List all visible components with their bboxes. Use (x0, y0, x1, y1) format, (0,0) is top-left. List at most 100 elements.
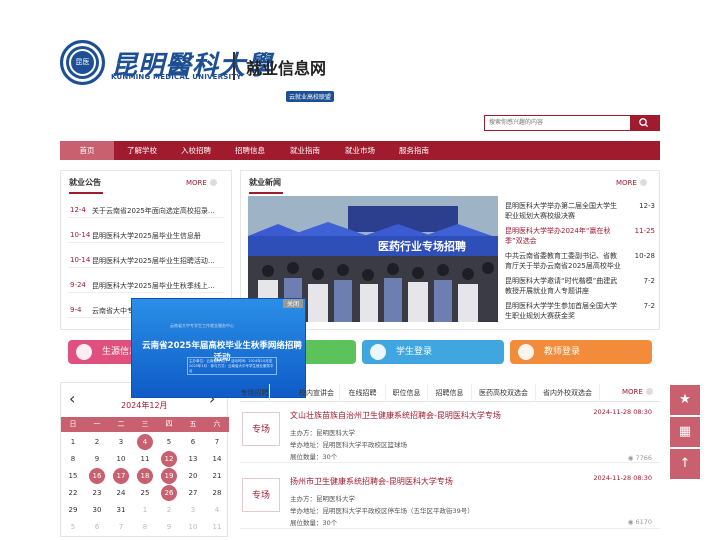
tab-online[interactable]: 在线招聘 (340, 384, 386, 402)
calendar-day[interactable]: 4 (209, 502, 225, 518)
nav-market[interactable]: 就业市场 (336, 141, 384, 160)
tab-provincial-fair[interactable]: 省内外校双选会 (536, 384, 600, 402)
job-fair-item[interactable]: 专场 扬州市卫生健康系统招聘会-昆明医科大学专场 主办方：昆明医科大学 举办地址… (240, 474, 660, 529)
calendar-day[interactable]: 7 (209, 434, 225, 450)
tab-medical-fair[interactable]: 医药高校双选会 (472, 384, 536, 402)
favorite-button[interactable]: ★ (670, 385, 700, 415)
calendar-day[interactable]: 7 (113, 519, 129, 535)
calendar-day[interactable]: 23 (89, 485, 105, 501)
calendar-day[interactable]: 4 (137, 434, 153, 450)
calendar-day[interactable]: 19 (161, 468, 177, 484)
calendar-day[interactable]: 9 (161, 519, 177, 535)
news-item[interactable]: 昆明医科大学学生参加首届全国大学生职业规划大赛获金奖 7-2 (505, 301, 655, 323)
calendar-day[interactable]: 11 (209, 519, 225, 535)
job-title[interactable]: 扬州市卫生健康系统招聘会-昆明医科大学专场 (290, 476, 453, 487)
nav-home[interactable]: 首页 (60, 141, 114, 160)
nav-guide[interactable]: 就业指南 (281, 141, 329, 160)
search-input[interactable] (485, 116, 631, 130)
news-date: 7-2 (643, 277, 655, 285)
teacher-login-button[interactable]: 教师登录 (510, 340, 652, 364)
calendar-day[interactable]: 3 (185, 502, 201, 518)
tab-recruit[interactable]: 招聘信息 (428, 384, 472, 402)
tab-jobs[interactable]: 职位信息 (386, 384, 428, 402)
student-login-button[interactable]: 学生登录 (362, 340, 504, 364)
calendar-day[interactable]: 13 (185, 451, 201, 467)
calendar-day[interactable]: 12 (161, 451, 177, 467)
calendar-day[interactable]: 8 (137, 519, 153, 535)
calendar-day[interactable]: 21 (209, 468, 225, 484)
ann-text: 关于云南省2025年面向选定高校招录优秀毕业生… (92, 207, 220, 215)
popup-close-button[interactable]: 关闭 (282, 299, 303, 308)
calendar-day[interactable]: 20 (185, 468, 201, 484)
more-dot-icon (639, 179, 647, 186)
calendar-day[interactable]: 11 (137, 451, 153, 467)
news-item[interactable]: 昆明医科大学举办第二届全国大学生职业规划大赛校级决赛 12-3 (505, 201, 655, 223)
calendar-day[interactable]: 22 (65, 485, 81, 501)
star-icon: ★ (679, 392, 691, 407)
nav-recruit-info[interactable]: 招聘信息 (226, 141, 274, 160)
calendar-day[interactable]: 8 (65, 451, 81, 467)
calendar-day[interactable]: 14 (209, 451, 225, 467)
calendar-day[interactable]: 27 (185, 485, 201, 501)
calendar-day[interactable]: 6 (185, 434, 201, 450)
calendar-day[interactable]: 25 (137, 485, 153, 501)
calendar-day[interactable]: 5 (65, 519, 81, 535)
calendar-day[interactable]: 26 (161, 485, 177, 501)
arrow-up-icon: ↑ (679, 456, 691, 471)
ann-date: 10-14 (70, 256, 91, 264)
popup-ad[interactable]: 关闭 云南省大中专学生工作就业服务中心 云南省2025年届高校毕业生秋季网络招聘… (131, 298, 306, 398)
back-to-top-button[interactable]: ↑ (670, 449, 700, 479)
news-more[interactable]: MORE (616, 179, 647, 187)
nav-campus-recruit[interactable]: 入校招聘 (172, 141, 220, 160)
calendar-day[interactable]: 10 (185, 519, 201, 535)
search-button[interactable] (630, 116, 659, 130)
calendar-month: 2024年12月 (121, 401, 168, 410)
news-text: 昆明医科大学邀请“时代楷模”曲建武教授开展就业育人专题讲座 (505, 277, 618, 295)
calendar-day[interactable]: 5 (161, 434, 177, 450)
nav-service[interactable]: 服务指南 (390, 141, 438, 160)
calendar-day[interactable]: 31 (113, 502, 129, 518)
announcement-item[interactable]: 12-4 关于云南省2025年面向选定高校招录优秀毕业生… (68, 204, 224, 218)
job-fair-item[interactable]: 专场 文山壮族苗族自治州卫生健康系统招聘会-昆明医科大学专场 主办方：昆明医科大… (240, 408, 660, 463)
tab-special[interactable]: 专场招聘 (240, 384, 270, 402)
calendar-day[interactable]: 15 (65, 468, 81, 484)
announcement-more[interactable]: MORE (186, 179, 217, 187)
calendar-day[interactable]: 16 (89, 468, 105, 484)
news-item[interactable]: 昆明医科大学邀请“时代楷模”曲建武教授开展就业育人专题讲座 7-2 (505, 276, 655, 298)
student-login-label: 学生登录 (396, 347, 433, 357)
job-booths: 展位数量：30个 (290, 519, 338, 527)
job-sponsor: 主办方：昆明医科大学 (290, 495, 355, 503)
job-title[interactable]: 文山壮族苗族自治州卫生健康系统招聘会-昆明医科大学专场 (290, 410, 501, 421)
news-item[interactable]: 中共云南省委教育工委副书记、省教育厅关于举办云南省2025届高校毕业生秋 10-2… (505, 251, 655, 273)
calendar-day[interactable]: 29 (65, 502, 81, 518)
prev-month-arrow[interactable]: ‹ (69, 389, 75, 408)
news-item[interactable]: 昆明医科大学举办2024年“赢在秋季”双选会 11-25 (505, 226, 655, 248)
calendar-day[interactable]: 18 (137, 468, 153, 484)
weekday: 五 (189, 420, 197, 428)
calendar-day[interactable]: 2 (89, 434, 105, 450)
weekday: 四 (165, 420, 173, 428)
calendar-day[interactable]: 3 (113, 434, 129, 450)
weekday: 一 (93, 420, 101, 428)
announcement-item[interactable]: 10-14 昆明医科大学2025届毕业生招聘活动邀请函 (68, 254, 224, 268)
weekday: 三 (141, 420, 149, 428)
calendar-day[interactable]: 1 (65, 434, 81, 450)
calendar-day[interactable]: 24 (113, 485, 129, 501)
tabs-more[interactable]: MORE (622, 388, 653, 396)
calendar-day[interactable]: 30 (89, 502, 105, 518)
qrcode-icon: ▦ (678, 424, 692, 439)
student-icon (370, 344, 386, 360)
alliance-badge[interactable]: 云就业高校联盟 (286, 91, 335, 102)
calendar-day[interactable]: 2 (161, 502, 177, 518)
calendar-day[interactable]: 10 (113, 451, 129, 467)
tab-preach[interactable]: 校内宣讲会 (294, 384, 340, 402)
calendar-day[interactable]: 17 (113, 468, 129, 484)
calendar-day[interactable]: 9 (89, 451, 105, 467)
qrcode-button[interactable]: ▦ (670, 417, 700, 447)
announcement-item[interactable]: 9-24 昆明医科大学2025届毕业生秋季线上双选会 (68, 279, 224, 293)
nav-about[interactable]: 了解学校 (118, 141, 166, 160)
announcement-item[interactable]: 10-14 昆明医科大学2025届毕业生信息册 (68, 229, 224, 243)
calendar-day[interactable]: 1 (137, 502, 153, 518)
calendar-day[interactable]: 6 (89, 519, 105, 535)
calendar-day[interactable]: 28 (209, 485, 225, 501)
